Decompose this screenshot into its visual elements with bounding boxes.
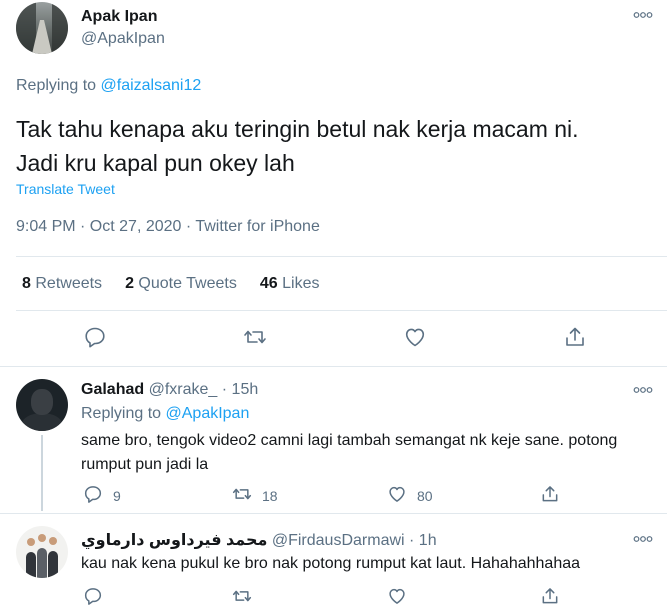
author-handle[interactable]: @ApakIpan bbox=[81, 30, 165, 48]
more-icon[interactable] bbox=[633, 534, 653, 544]
retweet-icon[interactable] bbox=[232, 586, 252, 608]
like-count: 80 bbox=[417, 487, 433, 504]
replying-prefix: Replying to bbox=[81, 405, 162, 422]
reply-author-handle[interactable]: @FirdausDarmawi bbox=[272, 532, 405, 549]
retweet-action[interactable]: 18 bbox=[232, 484, 278, 507]
tweet-text-line: Tak tahu kenapa aku teringin betul nak k… bbox=[16, 116, 579, 142]
reply-icon[interactable] bbox=[83, 484, 103, 507]
like-action[interactable]: 80 bbox=[387, 484, 433, 507]
reply-icon[interactable] bbox=[83, 586, 103, 608]
reply-header: محمد فيرداوس دارماوي @FirdausDarmawi · 1… bbox=[81, 530, 437, 550]
likes-stat[interactable]: 46 Likes bbox=[260, 275, 320, 293]
retweets-stat[interactable]: 8 Retweets bbox=[22, 275, 102, 293]
author-avatar[interactable] bbox=[16, 2, 68, 54]
quote-tweets-stat[interactable]: 2 Quote Tweets bbox=[125, 275, 237, 293]
heart-icon[interactable] bbox=[403, 325, 427, 354]
retweet-icon[interactable] bbox=[243, 325, 267, 354]
tweet-text: Tak tahu kenapa aku teringin betul nak k… bbox=[16, 112, 656, 180]
author-name[interactable]: Apak Ipan bbox=[81, 8, 157, 26]
replying-to-line: Replying to @ApakIpan bbox=[81, 405, 249, 423]
divider bbox=[16, 310, 667, 311]
tweet-text-line: Jadi kru kapal pun okey lah bbox=[16, 150, 295, 176]
reply-text-line: rumput pun jadi la bbox=[81, 456, 209, 473]
reply-time[interactable]: · 15h bbox=[222, 381, 258, 398]
share-action[interactable] bbox=[540, 484, 560, 507]
main-tweet: Apak Ipan @ApakIpan Replying to @faizals… bbox=[0, 0, 667, 367]
avatar[interactable] bbox=[16, 379, 68, 431]
reply-icon[interactable] bbox=[83, 325, 107, 354]
share-icon[interactable] bbox=[563, 325, 587, 354]
replying-to-link[interactable]: @faizalsani12 bbox=[101, 77, 202, 94]
reply-text: kau nak kena pukul ke bro nak potong rum… bbox=[81, 552, 656, 576]
reply-author-name[interactable]: Galahad bbox=[81, 381, 144, 398]
retweet-icon[interactable] bbox=[232, 484, 252, 507]
reply-action[interactable] bbox=[83, 586, 103, 608]
share-action[interactable] bbox=[540, 586, 560, 608]
retweet-count: 18 bbox=[262, 487, 278, 504]
like-action[interactable] bbox=[387, 586, 407, 608]
replying-prefix: Replying to bbox=[16, 77, 97, 94]
share-icon[interactable] bbox=[540, 484, 560, 507]
reply-author-handle[interactable]: @fxrake_ bbox=[149, 381, 218, 398]
reply-count: 9 bbox=[113, 487, 121, 504]
divider bbox=[16, 256, 667, 257]
more-icon[interactable] bbox=[633, 10, 653, 20]
replying-to-line: Replying to @faizalsani12 bbox=[16, 77, 201, 95]
reply-text: same bro, tengok video2 camni lagi tamba… bbox=[81, 429, 656, 477]
reply-header: Galahad @fxrake_ · 15h bbox=[81, 381, 258, 399]
reply-action[interactable]: 9 bbox=[83, 484, 121, 507]
retweet-action[interactable] bbox=[232, 586, 252, 608]
more-icon[interactable] bbox=[633, 385, 653, 395]
heart-icon[interactable] bbox=[387, 484, 407, 507]
reply-time[interactable]: · 1h bbox=[409, 532, 437, 549]
heart-icon[interactable] bbox=[387, 586, 407, 608]
reply-text-line: kau nak kena pukul ke bro nak potong rum… bbox=[81, 555, 581, 572]
thread-line bbox=[41, 435, 43, 511]
reply-text-line: same bro, tengok video2 camni lagi tamba… bbox=[81, 432, 618, 449]
replying-to-link[interactable]: @ApakIpan bbox=[166, 405, 250, 422]
avatar[interactable] bbox=[16, 526, 68, 578]
reply-author-name[interactable]: محمد فيرداوس دارماوي bbox=[81, 532, 267, 549]
tweet-timestamp[interactable]: 9:04 PM · Oct 27, 2020 · Twitter for iPh… bbox=[16, 218, 320, 236]
translate-tweet-link[interactable]: Translate Tweet bbox=[16, 181, 115, 197]
tweet-stats: 8 Retweets 2 Quote Tweets 46 Likes bbox=[22, 275, 319, 293]
reply-tweet[interactable]: Galahad @fxrake_ · 15h Replying to @Apak… bbox=[0, 367, 667, 514]
share-icon[interactable] bbox=[540, 586, 560, 608]
reply-tweet[interactable]: محمد فيرداوس دارماوي @FirdausDarmawi · 1… bbox=[0, 514, 667, 608]
